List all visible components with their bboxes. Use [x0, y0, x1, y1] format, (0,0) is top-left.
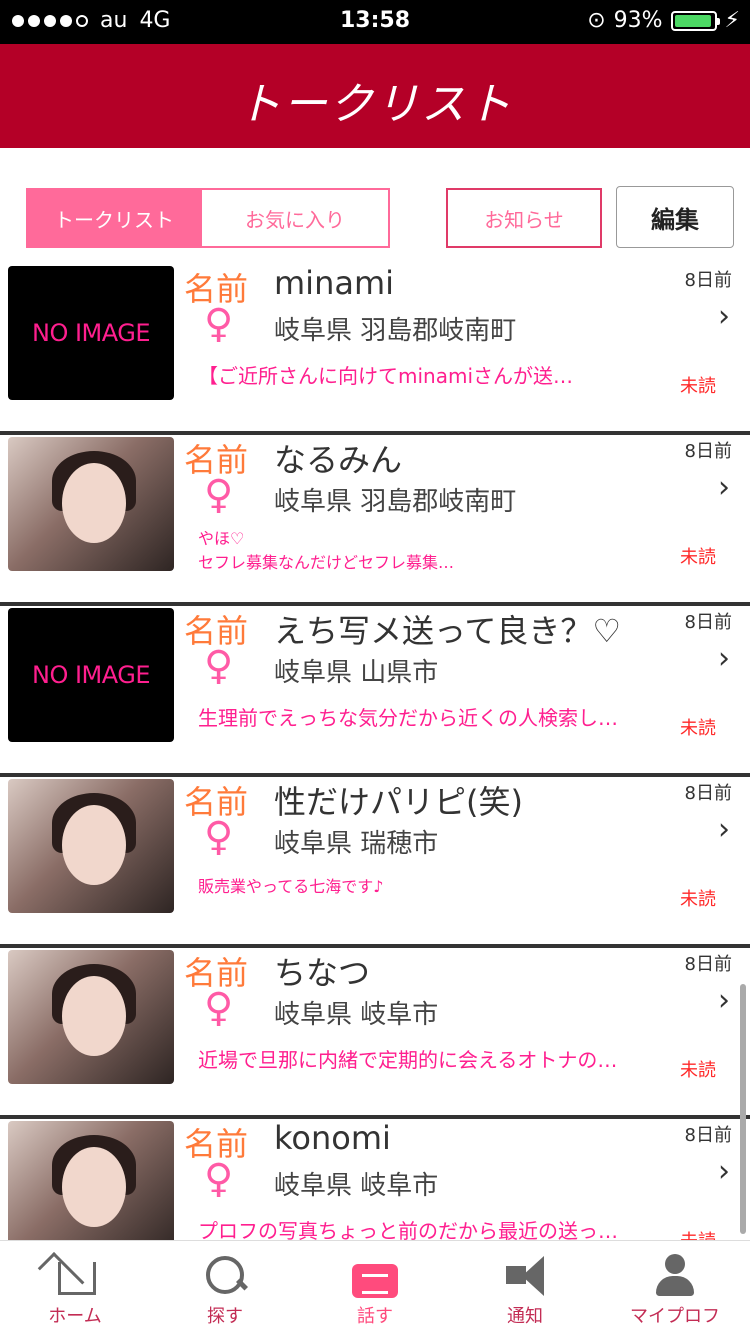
- message-preview: 近場で旦那に内緒で定期的に会えるオトナの…: [198, 1048, 618, 1072]
- message-preview: プロフの写真ちょっと前のだから最近の送っ…: [198, 1219, 618, 1240]
- user-name: konomi: [274, 1119, 391, 1157]
- tab-my-profile[interactable]: マイプロフ: [600, 1241, 750, 1334]
- scrollbar[interactable]: [740, 984, 746, 1234]
- message-preview: やほ♡ セフレ募集なんだけどセフレ募集…: [198, 529, 455, 572]
- tab-home[interactable]: ホーム: [0, 1241, 150, 1334]
- location: 岐阜県 岐阜市: [274, 1000, 439, 1030]
- chevron-right-icon: ›: [718, 983, 730, 1018]
- search-icon: [202, 1252, 248, 1298]
- chat-icon: [352, 1264, 398, 1298]
- list-item[interactable]: 名前 konomi ♀ 岐阜県 岐阜市 プロフの写真ちょっと前のだから最近の送っ…: [0, 1119, 750, 1240]
- unread-badge: 未読: [680, 1060, 716, 1081]
- megaphone-icon: [502, 1252, 548, 1298]
- unread-badge: 未読: [680, 889, 716, 910]
- avatar: [8, 1121, 174, 1240]
- chevron-right-icon: ›: [718, 1154, 730, 1189]
- tab-notifications[interactable]: 通知: [450, 1241, 600, 1334]
- avatar: NO IMAGE: [8, 266, 174, 400]
- user-name: 性だけパリピ(笑): [274, 783, 523, 821]
- bottom-tab-bar: ホーム 探す 話す 通知 マイプロフ: [0, 1240, 750, 1334]
- battery-percent: 93%: [613, 8, 663, 33]
- chevron-right-icon: ›: [718, 812, 730, 847]
- tab-home-label: ホーム: [48, 1306, 102, 1327]
- tab-search[interactable]: 探す: [150, 1241, 300, 1334]
- tab-my-profile-label: マイプロフ: [630, 1306, 720, 1327]
- tab-talk[interactable]: 話す: [300, 1241, 450, 1334]
- home-icon: [52, 1252, 98, 1298]
- avatar: [8, 779, 174, 913]
- list-item[interactable]: NO IMAGE 名前 えち写メ送って良き？♡ ♀ 岐阜県 山県市 生理前でえっ…: [0, 606, 750, 777]
- time-ago: 8日前: [684, 954, 732, 975]
- user-name: なるみん: [274, 441, 403, 479]
- avatar: [8, 950, 174, 1084]
- avatar: [8, 437, 174, 571]
- unread-badge: 未読: [680, 1227, 716, 1240]
- location: 岐阜県 羽島郡岐南町: [274, 487, 517, 517]
- battery-info: ⊙ 93% ⚡: [587, 8, 740, 33]
- edit-button[interactable]: 編集: [616, 186, 734, 248]
- notify-button[interactable]: お知らせ: [446, 188, 602, 248]
- tab-talk-label: 話す: [357, 1306, 393, 1327]
- user-name: minami: [274, 264, 395, 302]
- user-name: えち写メ送って良き？♡: [274, 612, 622, 650]
- female-icon: ♀: [204, 643, 234, 689]
- location: 岐阜県 山県市: [274, 658, 439, 688]
- message-preview: 【ご近所さんに向けてminamiさんが送…: [198, 364, 574, 388]
- user-icon: [652, 1252, 698, 1298]
- avatar: NO IMAGE: [8, 608, 174, 742]
- unread-badge: 未読: [680, 718, 716, 739]
- tab-search-label: 探す: [207, 1306, 243, 1327]
- tab-talk-list[interactable]: トークリスト: [26, 188, 202, 248]
- tab-notifications-label: 通知: [507, 1306, 543, 1327]
- list-item[interactable]: 名前 ちなつ ♀ 岐阜県 岐阜市 近場で旦那に内緒で定期的に会えるオトナの… 8…: [0, 948, 750, 1119]
- status-bar: au 4G 13:58 ⊙ 93% ⚡: [0, 0, 750, 44]
- time-ago: 8日前: [684, 783, 732, 804]
- female-icon: ♀: [204, 1156, 234, 1202]
- tab-favorites[interactable]: お気に入り: [202, 188, 390, 248]
- female-icon: ♀: [204, 472, 234, 518]
- time-ago: 8日前: [684, 1125, 732, 1146]
- list-item[interactable]: 名前 性だけパリピ(笑) ♀ 岐阜県 瑞穂市 販売業やってる七海です♪ 8日前 …: [0, 777, 750, 948]
- chevron-right-icon: ›: [718, 299, 730, 334]
- list-item[interactable]: 名前 なるみん ♀ 岐阜県 羽島郡岐南町 やほ♡ セフレ募集なんだけどセフレ募集…: [0, 435, 750, 606]
- charging-icon: ⚡: [724, 8, 740, 33]
- location: 岐阜県 瑞穂市: [274, 829, 439, 859]
- female-icon: ♀: [204, 985, 234, 1031]
- user-name: ちなつ: [274, 954, 371, 992]
- chevron-right-icon: ›: [718, 641, 730, 676]
- message-preview: 販売業やってる七海です♪: [198, 877, 384, 896]
- unread-badge: 未読: [680, 376, 716, 397]
- segment-tabs: トークリスト お気に入り: [26, 188, 390, 248]
- time-ago: 8日前: [684, 270, 732, 291]
- nav-header: トークリスト: [0, 44, 750, 148]
- female-icon: ♀: [204, 301, 234, 347]
- time-ago: 8日前: [684, 441, 732, 462]
- rotation-lock-icon: ⊙: [587, 8, 606, 33]
- page-title: トークリスト: [237, 79, 513, 130]
- message-preview: 生理前でえっちな気分だから近くの人検索し…: [198, 706, 618, 730]
- female-icon: ♀: [204, 814, 234, 860]
- talk-list: NO IMAGE 名前 minami ♀ 岐阜県 羽島郡岐南町 【ご近所さんに向…: [0, 264, 750, 1240]
- location: 岐阜県 羽島郡岐南町: [274, 316, 517, 346]
- location: 岐阜県 岐阜市: [274, 1171, 439, 1201]
- unread-badge: 未読: [680, 547, 716, 568]
- chevron-right-icon: ›: [718, 470, 730, 505]
- list-item[interactable]: NO IMAGE 名前 minami ♀ 岐阜県 羽島郡岐南町 【ご近所さんに向…: [0, 264, 750, 435]
- time-ago: 8日前: [684, 612, 732, 633]
- battery-icon: [670, 10, 720, 31]
